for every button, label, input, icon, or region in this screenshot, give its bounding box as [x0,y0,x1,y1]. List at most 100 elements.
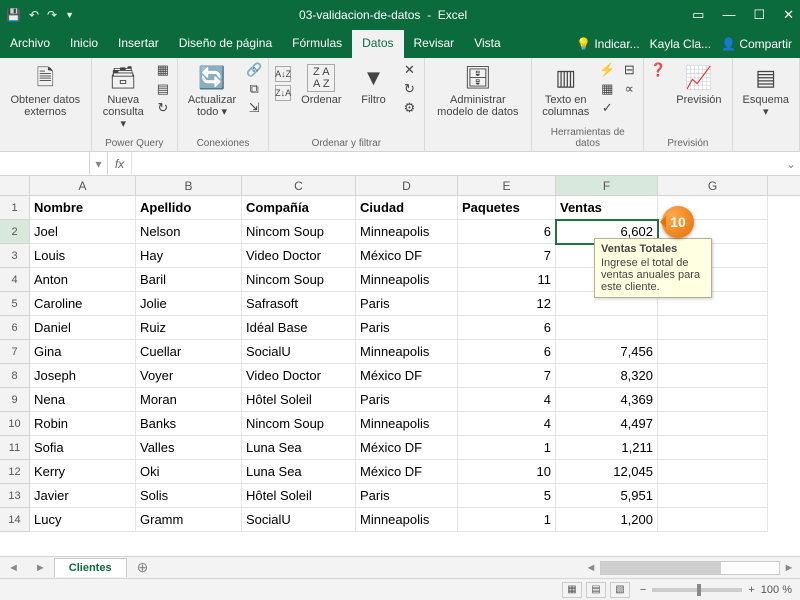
cell[interactable]: México DF [356,244,458,268]
col-header-E[interactable]: E [458,176,556,195]
zoom-level[interactable]: 100 % [761,584,792,596]
cell[interactable]: Gramm [136,508,242,532]
row-header-11[interactable]: 11 [0,436,30,460]
cell[interactable]: Paris [356,388,458,412]
redo-icon[interactable]: ↷ [47,8,57,22]
cell[interactable]: 7,456 [556,340,658,364]
row-header-14[interactable]: 14 [0,508,30,532]
get-external-data-button[interactable]: 🗎 Obtener datos externos [6,62,85,120]
header-cell[interactable]: Nombre [30,196,136,220]
text-to-columns-button[interactable]: ▥ Texto en columnas [538,62,593,120]
cell[interactable]: 6 [458,316,556,340]
cell[interactable]: Safrasoft [242,292,356,316]
cell[interactable]: Caroline [30,292,136,316]
edit-links-button[interactable]: ⇲ [246,100,262,116]
zoom-in-icon[interactable]: + [748,584,754,596]
cell[interactable] [658,412,768,436]
cell[interactable]: Hôtel Soleil [242,388,356,412]
save-icon[interactable]: 💾 [6,8,21,22]
row-header-7[interactable]: 7 [0,340,30,364]
cell[interactable]: 1,200 [556,508,658,532]
cell[interactable]: Banks [136,412,242,436]
header-cell[interactable]: Compañía [242,196,356,220]
row-header-8[interactable]: 8 [0,364,30,388]
cell[interactable]: Louis [30,244,136,268]
cell[interactable]: Jolie [136,292,242,316]
fx-icon[interactable]: fx [108,152,132,175]
name-box-dropdown-icon[interactable]: ▾ [90,152,108,175]
cell[interactable]: Robin [30,412,136,436]
qat-dropdown-icon[interactable]: ▼ [65,10,74,20]
cell[interactable]: Valles [136,436,242,460]
cell[interactable]: 4,497 [556,412,658,436]
cell[interactable] [658,364,768,388]
cell[interactable]: 12,045 [556,460,658,484]
cell[interactable]: 11 [458,268,556,292]
tab-vista[interactable]: Vista [464,30,510,58]
consolidate-button[interactable]: ⊟ [621,62,637,78]
sheet-nav-next-icon[interactable]: ► [27,562,54,574]
cell[interactable]: 8,320 [556,364,658,388]
cell[interactable] [658,388,768,412]
cell[interactable]: Joseph [30,364,136,388]
tell-me[interactable]: 💡 Indicar... [576,37,640,51]
row-header-5[interactable]: 5 [0,292,30,316]
cell[interactable]: Cuellar [136,340,242,364]
zoom-slider[interactable] [652,588,742,592]
formula-expand-icon[interactable]: ⌄ [782,157,800,171]
cell[interactable]: 1 [458,508,556,532]
data-validation-button[interactable]: ✓ [599,100,615,116]
cell[interactable]: 4 [458,388,556,412]
header-cell[interactable]: Ventas [556,196,658,220]
tab-insertar[interactable]: Insertar [108,30,169,58]
cell[interactable]: México DF [356,460,458,484]
row-header-1[interactable]: 1 [0,196,30,220]
view-layout-icon[interactable]: ▤ [586,582,606,598]
relationships-button[interactable]: ∝ [621,81,637,97]
tab-formulas[interactable]: Fórmulas [282,30,352,58]
hscrollbar[interactable] [600,561,780,575]
cell[interactable]: Hôtel Soleil [242,484,356,508]
cell[interactable]: Nincom Soup [242,412,356,436]
cell[interactable]: SocialU [242,508,356,532]
sort-asc-button[interactable]: A↓Z [275,66,291,82]
header-cell[interactable]: Ciudad [356,196,458,220]
name-box[interactable] [0,152,90,175]
row-header-13[interactable]: 13 [0,484,30,508]
close-icon[interactable]: ✕ [783,7,794,23]
cell[interactable]: 7 [458,244,556,268]
connections-button[interactable]: 🔗 [246,62,262,78]
row-header-12[interactable]: 12 [0,460,30,484]
cell[interactable]: 4,369 [556,388,658,412]
spreadsheet-grid[interactable]: A B C D E F G 1NombreApellidoCompañíaCiu… [0,176,800,556]
cell[interactable]: Minneapolis [356,268,458,292]
tab-revisar[interactable]: Revisar [404,30,465,58]
cell[interactable]: Nena [30,388,136,412]
filter-button[interactable]: ▼ Filtro [352,62,396,108]
cell[interactable]: Ruiz [136,316,242,340]
cell[interactable]: Moran [136,388,242,412]
cell[interactable] [658,340,768,364]
cell[interactable] [556,316,658,340]
cell[interactable]: Luna Sea [242,460,356,484]
cell[interactable]: 12 [458,292,556,316]
col-header-G[interactable]: G [658,176,768,195]
cell[interactable]: SocialU [242,340,356,364]
cell[interactable]: 5 [458,484,556,508]
row-header-10[interactable]: 10 [0,412,30,436]
cell[interactable]: Nincom Soup [242,220,356,244]
remove-dup-button[interactable]: ▦ [599,81,615,97]
hscroll-left-icon[interactable]: ◄ [584,562,598,574]
col-header-F[interactable]: F [556,176,658,195]
cell[interactable]: Minneapolis [356,220,458,244]
cell[interactable]: 4 [458,412,556,436]
row-header-2[interactable]: 2 [0,220,30,244]
cell[interactable]: Nincom Soup [242,268,356,292]
header-cell[interactable]: Paquetes [458,196,556,220]
add-sheet-icon[interactable]: ⊕ [127,559,159,576]
cell[interactable]: Luna Sea [242,436,356,460]
cell[interactable] [658,508,768,532]
cell[interactable] [658,316,768,340]
col-header-B[interactable]: B [136,176,242,195]
cell[interactable] [658,436,768,460]
